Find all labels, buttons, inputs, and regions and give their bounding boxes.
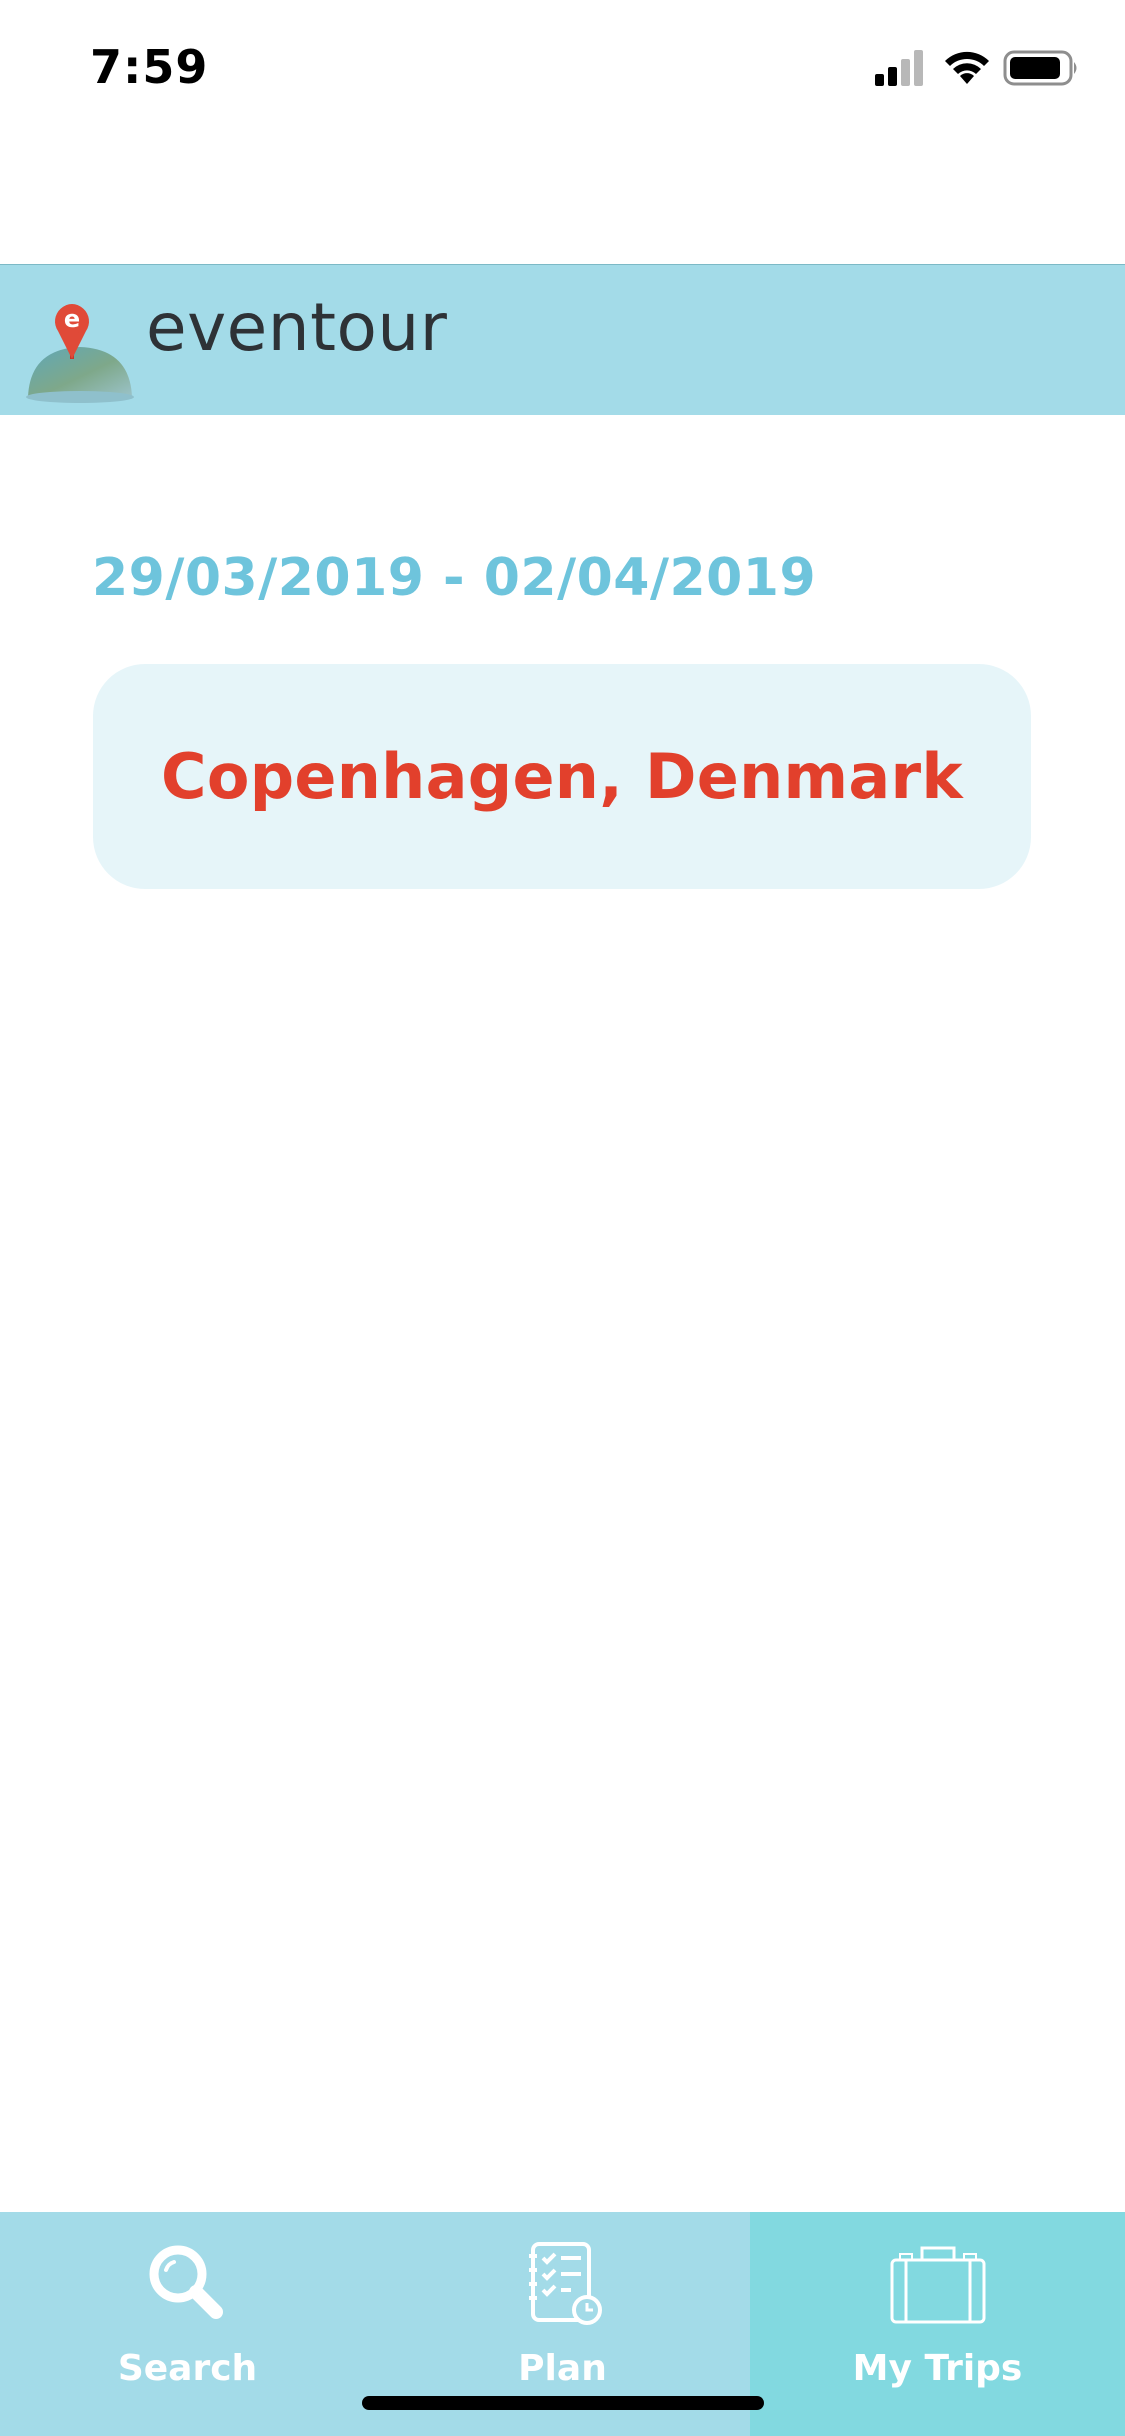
wifi-icon: [945, 51, 989, 84]
cellular-signal-icon: [875, 50, 923, 86]
tab-search[interactable]: Search: [0, 2212, 375, 2436]
tab-my-trips-label: My Trips: [852, 2348, 1023, 2389]
app-header: e eventour: [0, 264, 1125, 415]
eventour-logo-icon: e: [26, 304, 134, 403]
tab-search-label: Search: [117, 2348, 258, 2389]
trip-destination: Copenhagen, Denmark: [161, 740, 963, 813]
search-icon: [149, 2245, 223, 2319]
trip-card[interactable]: Copenhagen, Denmark: [93, 664, 1031, 889]
logo-letter: e: [64, 305, 80, 333]
brand-name: eventour: [146, 289, 448, 366]
trip-dates: 29/03/2019 - 02/04/2019: [92, 548, 817, 608]
checklist-icon: [528, 2242, 602, 2325]
tab-my-trips[interactable]: My Trips: [750, 2212, 1125, 2436]
status-time: 7:59: [90, 40, 209, 94]
tab-plan-label: Plan: [518, 2348, 607, 2389]
screen: 7:59 e eventour 29/03/2019 - 02/04/2019 …: [0, 0, 1125, 2436]
home-indicator[interactable]: [362, 2396, 764, 2410]
suitcase-icon: [890, 2246, 985, 2324]
status-icons: [873, 46, 1083, 90]
battery-icon: [1003, 50, 1077, 86]
status-bar: 7:59: [0, 0, 1125, 140]
